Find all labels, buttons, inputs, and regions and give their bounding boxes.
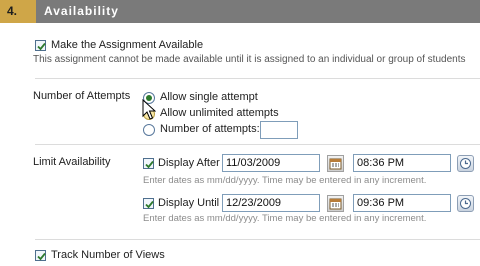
- section-header: 4. Availability: [0, 0, 480, 23]
- display-until-date-input[interactable]: 12/23/2009: [222, 194, 320, 212]
- make-available-note: This assignment cannot be made available…: [33, 54, 466, 65]
- display-until-time-input[interactable]: 09:36 PM: [353, 194, 451, 212]
- checkmark-icon: [145, 160, 154, 169]
- limit-availability-label: Limit Availability: [33, 156, 111, 168]
- mouse-pointer-icon: [142, 99, 156, 120]
- clock-icon: [460, 158, 471, 169]
- number-of-attempts-input[interactable]: [260, 121, 298, 139]
- display-after-label: Display After: [158, 157, 220, 169]
- clock-icon: [460, 198, 471, 209]
- step-number: 4.: [7, 4, 18, 18]
- calendar-icon: [329, 158, 342, 170]
- display-until-checkbox[interactable]: [143, 198, 154, 209]
- attempts-label: Number of Attempts: [33, 90, 131, 102]
- make-available-checkbox[interactable]: [35, 40, 46, 51]
- display-after-hint: Enter dates as mm/dd/yyyy. Time may be e…: [143, 175, 427, 186]
- display-until-time-button[interactable]: [457, 195, 474, 212]
- checkmark-icon: [37, 42, 46, 51]
- checkmark-icon: [145, 200, 154, 209]
- display-after-checkbox[interactable]: [143, 158, 154, 169]
- display-until-calendar-button[interactable]: [327, 195, 344, 212]
- track-views-label: Track Number of Views: [51, 249, 165, 261]
- radio-number-of-attempts[interactable]: [143, 124, 155, 136]
- option-unlimited-attempts-label: Allow unlimited attempts: [160, 107, 279, 119]
- option-number-of-attempts-label: Number of attempts:: [160, 123, 260, 135]
- checkmark-icon: [37, 252, 46, 261]
- section-title: Availability: [44, 4, 119, 18]
- step-number-box: 4.: [0, 0, 36, 23]
- calendar-icon: [329, 198, 342, 210]
- display-after-time-button[interactable]: [457, 155, 474, 172]
- track-views-checkbox[interactable]: [35, 250, 46, 261]
- display-after-calendar-button[interactable]: [327, 155, 344, 172]
- display-after-time-input[interactable]: 08:36 PM: [353, 154, 451, 172]
- divider: [35, 78, 480, 79]
- divider: [35, 239, 480, 240]
- display-until-label: Display Until: [158, 197, 220, 209]
- display-after-date-input[interactable]: 11/03/2009: [222, 154, 320, 172]
- make-available-label: Make the Assignment Available: [51, 39, 204, 51]
- display-until-hint: Enter dates as mm/dd/yyyy. Time may be e…: [143, 213, 427, 224]
- divider: [35, 144, 480, 145]
- option-single-attempt-label: Allow single attempt: [160, 91, 258, 103]
